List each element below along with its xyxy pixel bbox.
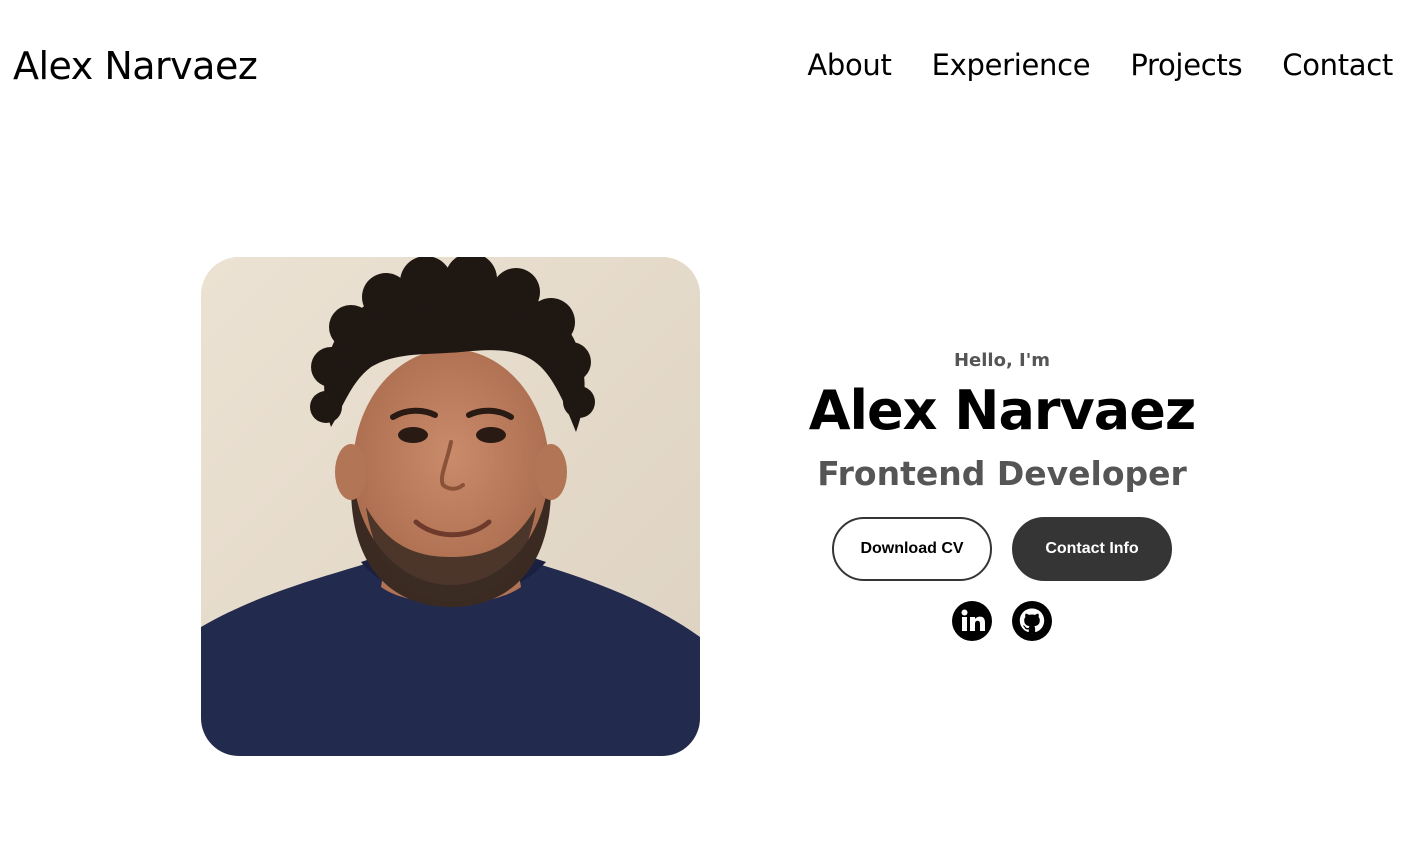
nav-item-about: About <box>807 48 892 82</box>
nav-item-contact: Contact <box>1282 48 1393 82</box>
greeting-text: Hello, I'm <box>953 350 1051 371</box>
site-logo[interactable]: Alex Narvaez <box>13 44 258 88</box>
nav-link-experience[interactable]: Experience <box>932 48 1091 82</box>
github-icon[interactable] <box>1012 601 1052 642</box>
social-links <box>752 601 1252 642</box>
profile-name: Alex Narvaez <box>808 379 1197 442</box>
nav-link-projects[interactable]: Projects <box>1130 48 1242 82</box>
site-header: Alex Narvaez About Experience Projects C… <box>0 0 1406 136</box>
nav-menu: About Experience Projects Contact <box>807 48 1393 82</box>
profile-role: Frontend Developer <box>817 454 1187 494</box>
profile-text: Hello, I'm Alex Narvaez Frontend Develop… <box>752 348 1252 642</box>
download-cv-button[interactable]: Download CV <box>832 517 992 582</box>
profile-photo <box>201 257 700 756</box>
contact-info-button[interactable]: Contact Info <box>1012 517 1172 582</box>
nav-link-contact[interactable]: Contact <box>1282 48 1393 82</box>
profile-photo-illustration <box>201 257 700 756</box>
nav-item-projects: Projects <box>1130 48 1242 82</box>
nav-item-experience: Experience <box>932 48 1091 82</box>
button-row: Download CV Contact Info <box>752 517 1252 582</box>
nav-link-about[interactable]: About <box>807 48 892 82</box>
linkedin-icon[interactable] <box>952 601 992 642</box>
